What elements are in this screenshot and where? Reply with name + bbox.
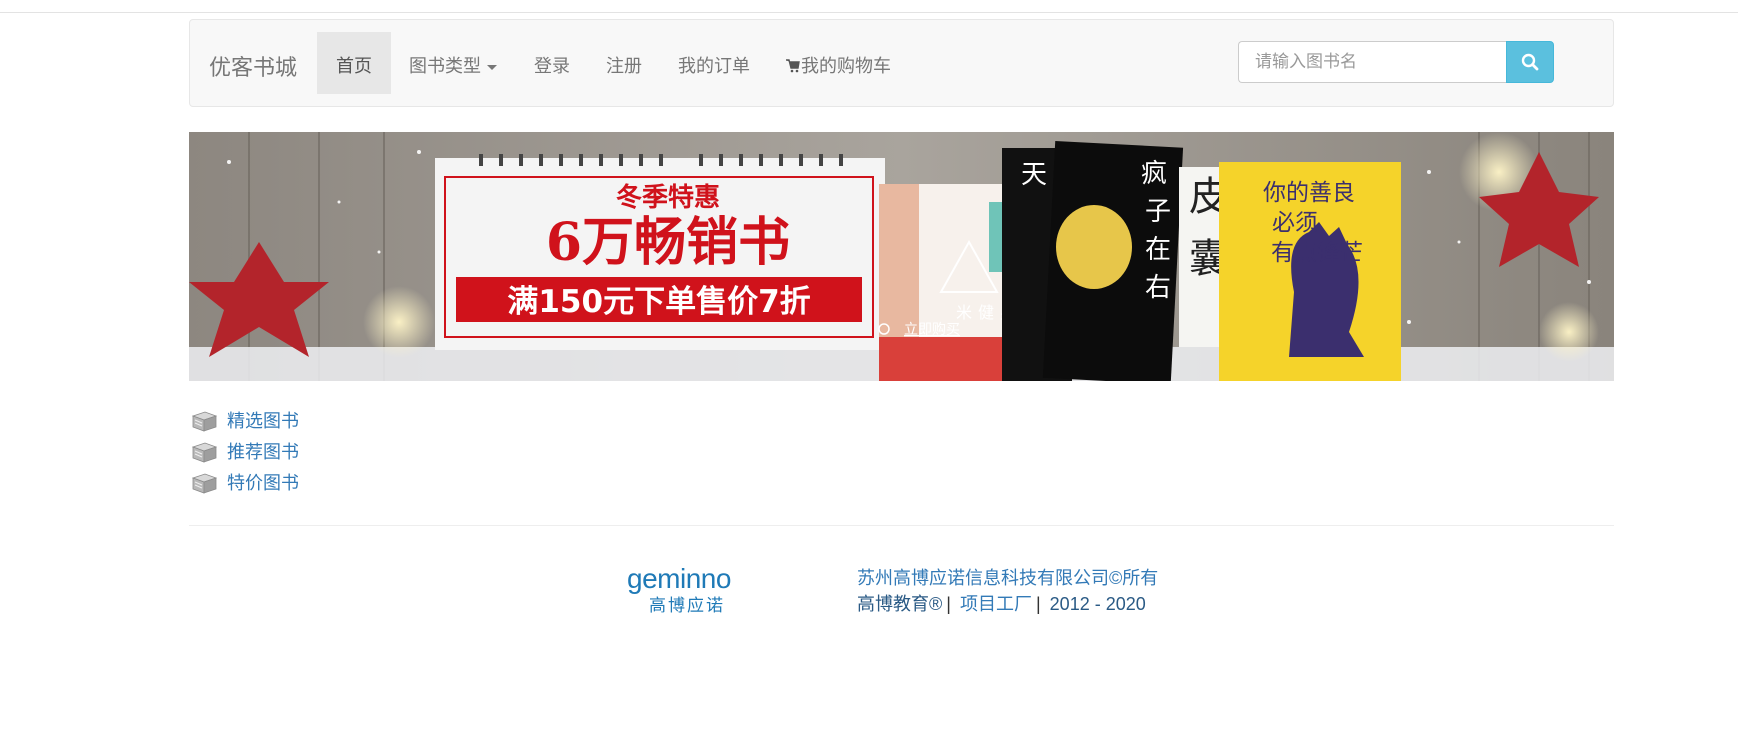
footer-divider [189, 525, 1614, 526]
navbar: 优客书城 首页 图书类型 登录 注册 我的订单 我的购物车 [189, 19, 1614, 107]
banner-image: 冬季特惠 6万畅销书 满150元下单售价7折 米健身 立即购买 天 疯 子 在 … [189, 132, 1614, 381]
banner-book-sky: 天 [1021, 160, 1047, 190]
shopping-cart-icon [786, 59, 800, 73]
nav-book-types-label: 图书类型 [409, 56, 481, 76]
category-link-recommended[interactable]: 推荐图书 [227, 438, 299, 464]
banner-headline-main: 6万畅销书 [546, 212, 790, 273]
book-stack-icon [191, 411, 218, 432]
search-button[interactable] [1506, 41, 1554, 83]
company-logo: geminno 高博应诺 [627, 565, 739, 620]
nav-book-types-dropdown[interactable]: 图书类型 [409, 52, 497, 78]
logo-subtitle: 高博应诺 [649, 596, 725, 615]
logo-wordmark: geminno [627, 563, 731, 594]
nav-my-orders[interactable]: 我的订单 [678, 52, 750, 78]
project-factory-link[interactable]: 项目工厂 [960, 594, 1032, 614]
svg-text:有点锋芒: 有点锋芒 [1271, 240, 1363, 266]
nav-my-cart[interactable]: 我的购物车 [786, 52, 891, 78]
book-stack-icon [191, 442, 218, 463]
edu-brand: 高博教育® [857, 594, 943, 614]
nav-register[interactable]: 注册 [606, 52, 642, 78]
top-divider [0, 12, 1738, 13]
nav-my-cart-label: 我的购物车 [801, 56, 891, 76]
nav-login[interactable]: 登录 [534, 52, 570, 78]
category-item: 精选图书 [191, 407, 299, 433]
copyright-years: 2012 - 2020 [1049, 594, 1146, 614]
nav-home[interactable]: 首页 [317, 32, 391, 94]
brand-logo[interactable]: 优客书城 [209, 50, 297, 82]
nav-home-label: 首页 [336, 56, 372, 76]
svg-text:在: 在 [1145, 235, 1171, 265]
svg-text:子: 子 [1145, 197, 1171, 227]
company-name-link[interactable]: 苏州高博应诺信息科技有限公司©所有 [857, 564, 1158, 590]
svg-text:右: 右 [1145, 273, 1171, 303]
svg-text:疯: 疯 [1141, 159, 1167, 189]
book-stack-icon [191, 473, 218, 494]
caret-down-icon [487, 64, 497, 70]
banner-headline-offer: 满150元下单售价7折 [507, 284, 810, 320]
search-icon [1521, 53, 1539, 71]
banner-buy-link[interactable]: 立即购买 [904, 322, 960, 338]
promo-banner[interactable]: 冬季特惠 6万畅销书 满150元下单售价7折 米健身 立即购买 天 疯 子 在 … [189, 132, 1614, 381]
banner-headline-top: 冬季特惠 [616, 182, 720, 213]
category-link-featured[interactable]: 精选图书 [227, 407, 299, 433]
footer-info: 高博教育® | 项目工厂 | 2012 - 2020 [857, 594, 1146, 614]
svg-text:你的善良: 你的善良 [1263, 180, 1355, 206]
category-item: 特价图书 [191, 469, 299, 495]
search-input[interactable] [1238, 41, 1506, 83]
category-link-discount[interactable]: 特价图书 [227, 469, 299, 495]
category-item: 推荐图书 [191, 438, 299, 464]
svg-text:必须: 必须 [1272, 210, 1318, 236]
